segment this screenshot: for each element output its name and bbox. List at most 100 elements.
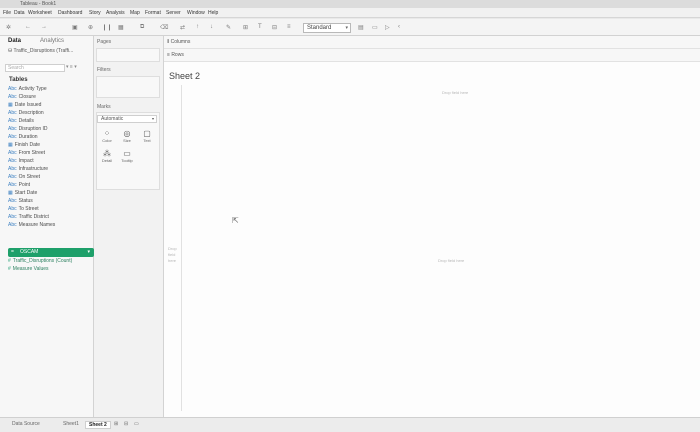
tab-analytics[interactable]: Analytics xyxy=(40,38,64,44)
clear-icon[interactable]: ⌫ xyxy=(160,24,168,31)
field-impact[interactable]: Abc Impact xyxy=(8,158,34,165)
drop-field-right[interactable]: Drop field here xyxy=(438,258,464,263)
share-icon[interactable]: ‹ xyxy=(398,24,400,30)
field-finish-date[interactable]: ▦ Finish Date xyxy=(8,142,40,149)
string-icon: Abc xyxy=(8,166,17,172)
label-icon[interactable]: T xyxy=(258,24,262,30)
tab-sheet2[interactable]: Sheet 2 xyxy=(85,421,111,429)
duplicate-icon[interactable]: ⧉ xyxy=(140,24,144,31)
string-icon: Abc xyxy=(8,158,17,164)
field-on-street[interactable]: Abc On Street xyxy=(8,174,40,181)
measure-icon: # xyxy=(8,266,11,272)
new-datasource-icon[interactable]: ⊕ xyxy=(88,24,93,31)
field-details[interactable]: Abc Details xyxy=(8,118,34,125)
field-measure-values[interactable]: # Measure Values xyxy=(8,266,49,273)
field-start-date[interactable]: ▦ Start Date xyxy=(8,190,37,197)
highlight-icon[interactable]: ✎ xyxy=(226,24,231,31)
menu-dashboard[interactable]: Dashboard xyxy=(58,10,82,16)
presentation-icon[interactable]: ▷ xyxy=(385,24,390,31)
sort-asc-icon[interactable]: ↑ xyxy=(196,24,199,30)
menu-analysis[interactable]: Analysis xyxy=(106,10,125,16)
rows-shelf[interactable]: ≡ Rows xyxy=(164,49,700,62)
save-icon[interactable]: ▣ xyxy=(72,24,78,31)
worksheet-canvas[interactable]: Sheet 2 Drop field here Drop field here … xyxy=(164,62,700,417)
columns-label: ⦀ Columns xyxy=(167,39,191,45)
field-measure-names[interactable]: Abc Measure Names xyxy=(8,222,55,229)
drop-field-left[interactable]: Drop field here xyxy=(168,246,182,264)
datasource-item[interactable]: ⛁ Traffic_Disruptions (Traffi... xyxy=(8,48,73,54)
title-bar: Tableau - Book1 xyxy=(0,0,700,8)
menu-data[interactable]: Data xyxy=(14,10,25,16)
tab-sheet1[interactable]: Sheet1 xyxy=(63,421,79,427)
field-to-street[interactable]: Abc To Street xyxy=(8,206,39,213)
field-traffic-district[interactable]: Abc Traffic District xyxy=(8,214,49,221)
menu-file[interactable]: File xyxy=(3,10,11,16)
pages-card-title: Pages xyxy=(97,39,112,45)
marks-text-button[interactable]: ▢ Text xyxy=(137,129,157,143)
new-worksheet-icon[interactable]: ▦ xyxy=(118,24,124,31)
date-icon: ▦ xyxy=(8,142,13,148)
menu-story[interactable]: Story xyxy=(89,10,101,16)
sheet-title[interactable]: Sheet 2 xyxy=(169,71,200,81)
menu-format[interactable]: Format xyxy=(145,10,161,16)
filter-icon[interactable]: ▾ ≡ ▾ xyxy=(66,64,77,70)
new-dashboard-icon[interactable]: ⊟ xyxy=(124,421,128,427)
field-oscam-selected[interactable]: = OSCAM ▾ xyxy=(8,248,94,257)
filters-shelf[interactable] xyxy=(96,76,160,98)
group-icon[interactable]: ⊞ xyxy=(243,24,248,31)
tableau-logo-icon[interactable]: ✲ xyxy=(6,24,11,31)
fit-select[interactable]: Standard ▾ xyxy=(303,23,351,33)
field-activity-type[interactable]: Abc Activity Type xyxy=(8,86,47,93)
menu-help[interactable]: Help xyxy=(208,10,218,16)
string-icon: Abc xyxy=(8,126,17,132)
tab-data[interactable]: Data xyxy=(8,38,21,44)
format-icon[interactable]: ≡ xyxy=(287,24,291,30)
tooltip-toggle-icon[interactable]: ▭ xyxy=(372,24,378,31)
field-duration[interactable]: Abc Duration xyxy=(8,134,38,141)
chevron-down-icon: ▾ xyxy=(345,25,348,31)
fit-select-value: Standard xyxy=(307,25,332,31)
size-icon: ◎ xyxy=(123,129,131,138)
string-icon: Abc xyxy=(8,174,17,180)
field-infrastructure[interactable]: Abc Infrastructure xyxy=(8,166,48,173)
field-description[interactable]: Abc Description xyxy=(8,110,44,117)
string-icon: Abc xyxy=(8,182,17,188)
field-point[interactable]: Abc Point xyxy=(8,182,30,189)
menu-worksheet[interactable]: Worksheet xyxy=(28,10,52,16)
pause-icon[interactable]: ❙❙ xyxy=(102,24,112,31)
sort-desc-icon[interactable]: ↓ xyxy=(210,24,213,30)
drop-field-top[interactable]: Drop field here xyxy=(442,90,468,95)
pages-shelf[interactable] xyxy=(96,48,160,62)
new-story-icon[interactable]: ▭ xyxy=(134,421,139,427)
back-icon[interactable]: ← xyxy=(25,24,31,30)
new-sheet-icon[interactable]: ⊞ xyxy=(114,421,118,427)
menu-server[interactable]: Server xyxy=(166,10,181,16)
field-closure[interactable]: Abc Closure xyxy=(8,94,36,101)
search-input[interactable]: Search xyxy=(5,64,65,72)
marks-size-button[interactable]: ◎ Size xyxy=(117,129,137,143)
datasource-label: Traffic_Disruptions (Traffi... xyxy=(13,48,74,54)
chevron-down-icon[interactable]: ▾ xyxy=(87,248,90,257)
view-cards-icon[interactable]: ▤ xyxy=(358,24,364,31)
marks-tooltip-button[interactable]: ▭ Tooltip xyxy=(117,149,137,163)
field-date-issued[interactable]: ▦ Date Issued xyxy=(8,102,41,109)
marks-detail-button[interactable]: ⁂ Detail xyxy=(97,149,117,163)
filters-card-title: Filters xyxy=(97,67,111,73)
field-oscam-label: OSCAM xyxy=(20,249,39,255)
tooltip-icon: ▭ xyxy=(123,149,131,158)
mark-type-select[interactable]: Automatic ▾ xyxy=(97,115,157,123)
menu-window[interactable]: Window xyxy=(187,10,205,16)
fix-axes-icon[interactable]: ⊟ xyxy=(272,24,277,31)
columns-shelf[interactable]: ⦀ Columns xyxy=(164,36,700,49)
marks-card-title: Marks xyxy=(97,104,111,110)
field-disruption-id[interactable]: Abc Disruption ID xyxy=(8,126,48,133)
tab-data-source[interactable]: Data Source xyxy=(12,421,40,427)
menu-map[interactable]: Map xyxy=(130,10,140,16)
swap-icon[interactable]: ⇄ xyxy=(180,24,185,31)
menu-bar: File Data Worksheet Dashboard Story Anal… xyxy=(0,8,700,18)
field-status[interactable]: Abc Status xyxy=(8,198,33,205)
field-from-street[interactable]: Abc From Street xyxy=(8,150,45,157)
forward-icon[interactable]: → xyxy=(41,24,47,30)
field-traffic-disruptions-count[interactable]: # Traffic_Disruptions (Count) xyxy=(8,258,72,265)
marks-color-button[interactable]: ⁘ Color xyxy=(97,129,117,143)
